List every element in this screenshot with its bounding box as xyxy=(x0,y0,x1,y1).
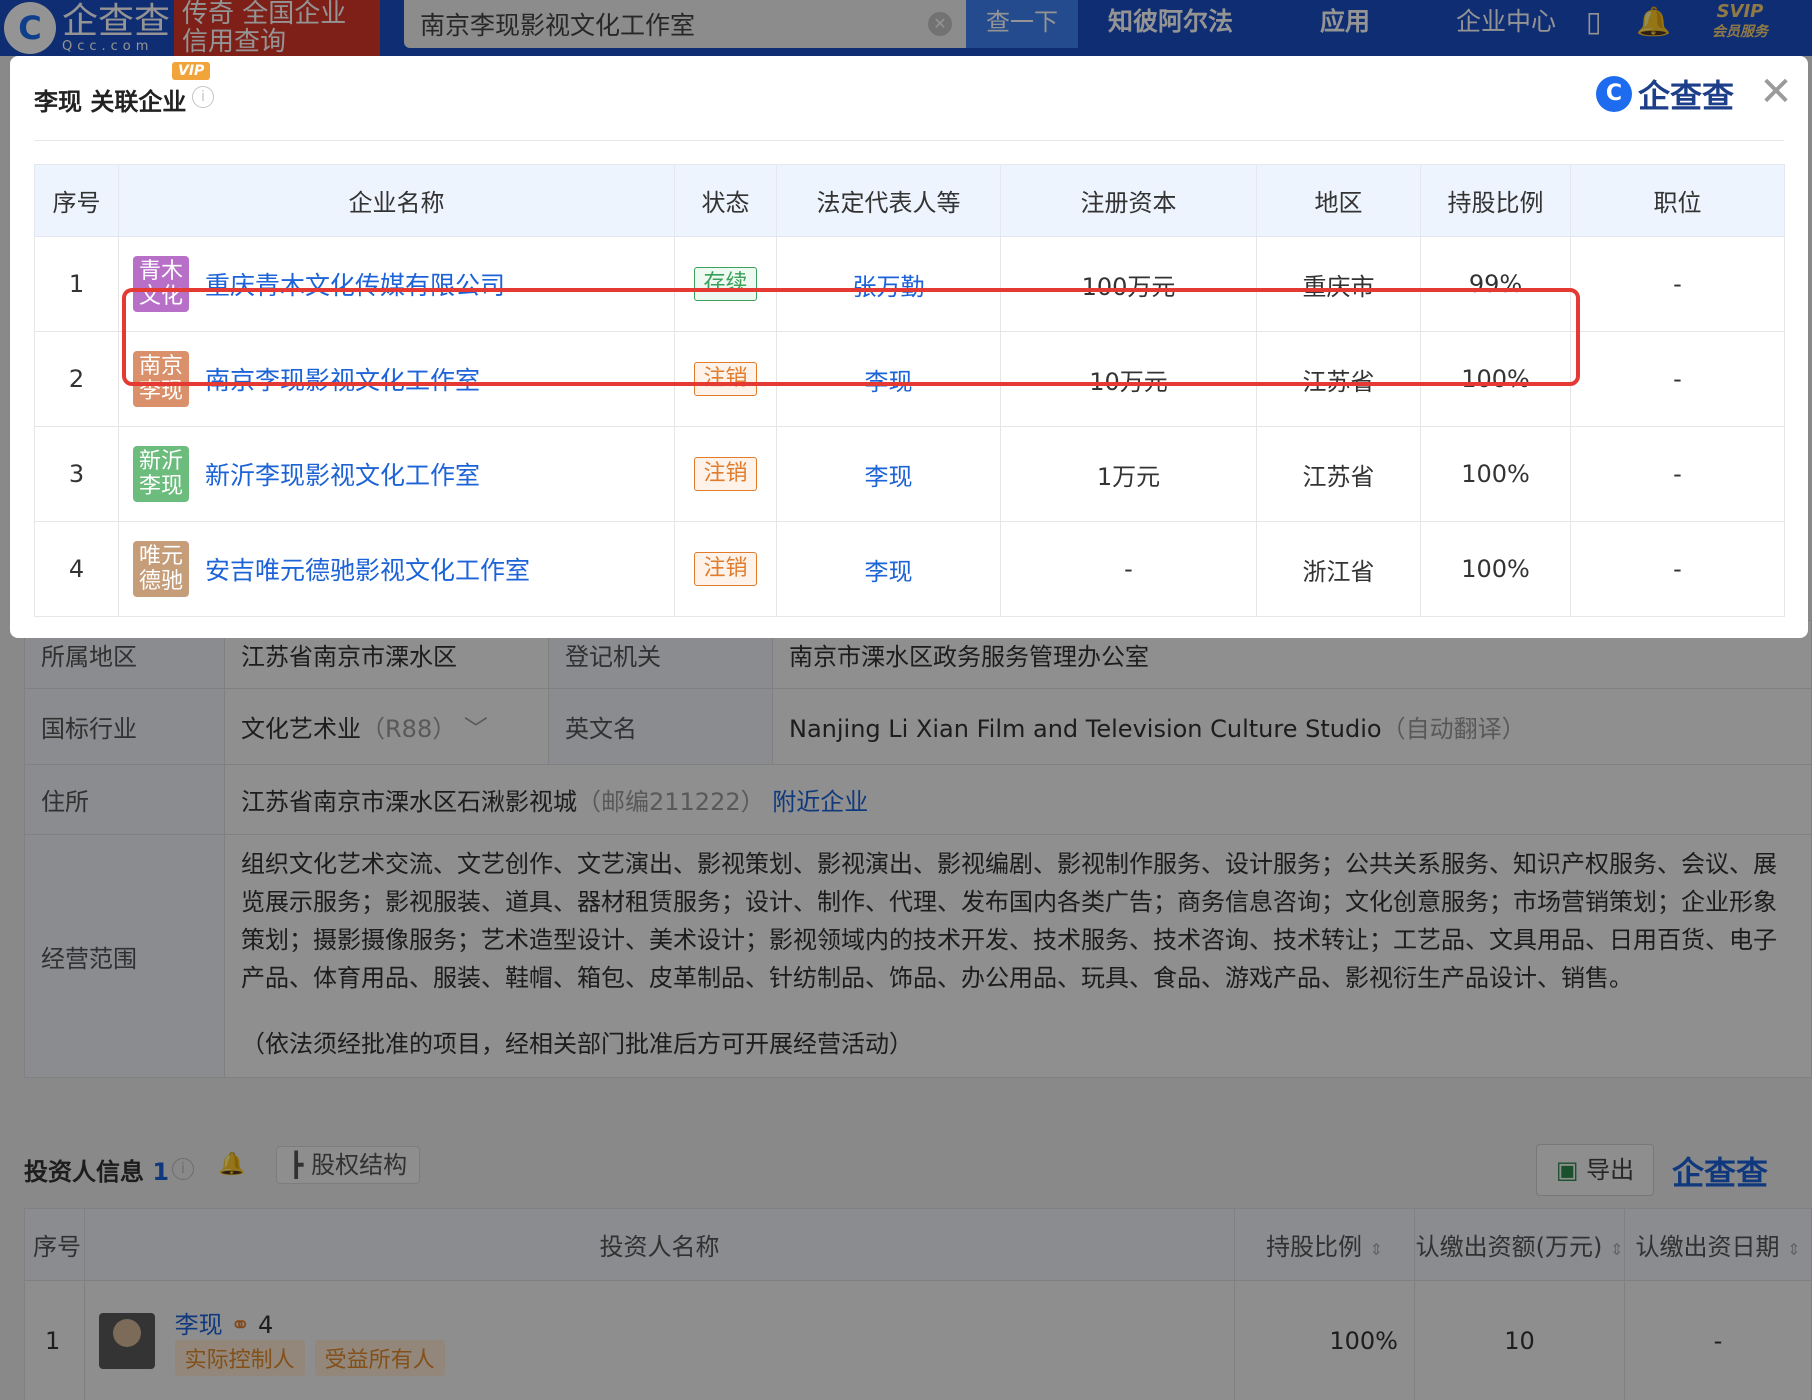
column-header: 企业名称 xyxy=(118,164,675,237)
status-badge: 注销 xyxy=(694,457,757,491)
region-cell: 江苏省 xyxy=(1256,426,1421,522)
capital-cell: 10万元 xyxy=(1000,331,1257,427)
status-badge: 注销 xyxy=(694,552,757,586)
table-row[interactable]: 1 青木文化 重庆青木文化传媒有限公司 存续 张万勤 100万元 重庆市 99% … xyxy=(34,236,1785,332)
company-name-link[interactable]: 重庆青木文化传媒有限公司 xyxy=(205,271,505,300)
company-name-link[interactable]: 新沂李现影视文化工作室 xyxy=(205,461,480,490)
qcc-brand-logo: C 企查查 xyxy=(1596,74,1735,115)
legal-rep-link[interactable]: 李现 xyxy=(865,463,913,491)
column-header: 职位 xyxy=(1570,164,1785,237)
region-cell: 重庆市 xyxy=(1256,236,1421,332)
modal-title: 李现 关联企业 xyxy=(34,88,187,116)
info-icon[interactable]: i xyxy=(192,86,214,108)
region-cell: 江苏省 xyxy=(1256,331,1421,427)
legal-rep-link[interactable]: 李现 xyxy=(865,368,913,396)
vip-badge: VIP xyxy=(172,62,211,80)
table-row[interactable]: 2 南京李现 南京李现影视文化工作室 注销 李现 10万元 江苏省 100% - xyxy=(34,331,1785,427)
position-cell: - xyxy=(1570,521,1785,617)
logo-mark: C xyxy=(1596,76,1632,112)
table-row[interactable]: 3 新沂李现 新沂李现影视文化工作室 注销 李现 1万元 江苏省 100% - xyxy=(34,426,1785,522)
related-companies-table: 序号 企业名称 状态 法定代表人等 注册资本 地区 持股比例 职位 1 青木文化… xyxy=(34,164,1785,617)
brand-text: 企查查 xyxy=(1638,77,1735,115)
position-cell: - xyxy=(1570,236,1785,332)
company-logo: 南京李现 xyxy=(133,351,189,407)
capital-cell: 100万元 xyxy=(1000,236,1257,332)
company-name-link[interactable]: 安吉唯元德驰影视文化工作室 xyxy=(205,556,530,585)
column-header: 序号 xyxy=(34,164,119,237)
share-cell: 99% xyxy=(1420,236,1571,332)
legal-rep-link[interactable]: 李现 xyxy=(865,558,913,586)
capital-cell: 1万元 xyxy=(1000,426,1257,522)
status-badge: 存续 xyxy=(694,267,757,301)
position-cell: - xyxy=(1570,426,1785,522)
column-header: 状态 xyxy=(674,164,777,237)
company-name-link[interactable]: 南京李现影视文化工作室 xyxy=(205,366,480,395)
company-logo: 唯元德驰 xyxy=(133,541,189,597)
legal-rep-link[interactable]: 张万勤 xyxy=(853,273,925,301)
company-logo: 青木文化 xyxy=(133,256,189,312)
column-header: 注册资本 xyxy=(1000,164,1257,237)
table-row[interactable]: 4 唯元德驰 安吉唯元德驰影视文化工作室 注销 李现 - 浙江省 100% - xyxy=(34,521,1785,617)
divider xyxy=(34,140,1784,141)
status-badge: 注销 xyxy=(694,362,757,396)
position-cell: - xyxy=(1570,331,1785,427)
share-cell: 100% xyxy=(1420,331,1571,427)
related-companies-modal: 李现 关联企业 VIP i C 企查查 ✕ 序号 企业名称 状态 法定代表人等 … xyxy=(10,56,1808,638)
share-cell: 100% xyxy=(1420,426,1571,522)
close-icon[interactable]: ✕ xyxy=(1754,72,1798,116)
column-header: 持股比例 xyxy=(1420,164,1571,237)
company-logo: 新沂李现 xyxy=(133,446,189,502)
share-cell: 100% xyxy=(1420,521,1571,617)
column-header: 地区 xyxy=(1256,164,1421,237)
column-header: 法定代表人等 xyxy=(776,164,1001,237)
region-cell: 浙江省 xyxy=(1256,521,1421,617)
capital-cell: - xyxy=(1000,521,1257,617)
